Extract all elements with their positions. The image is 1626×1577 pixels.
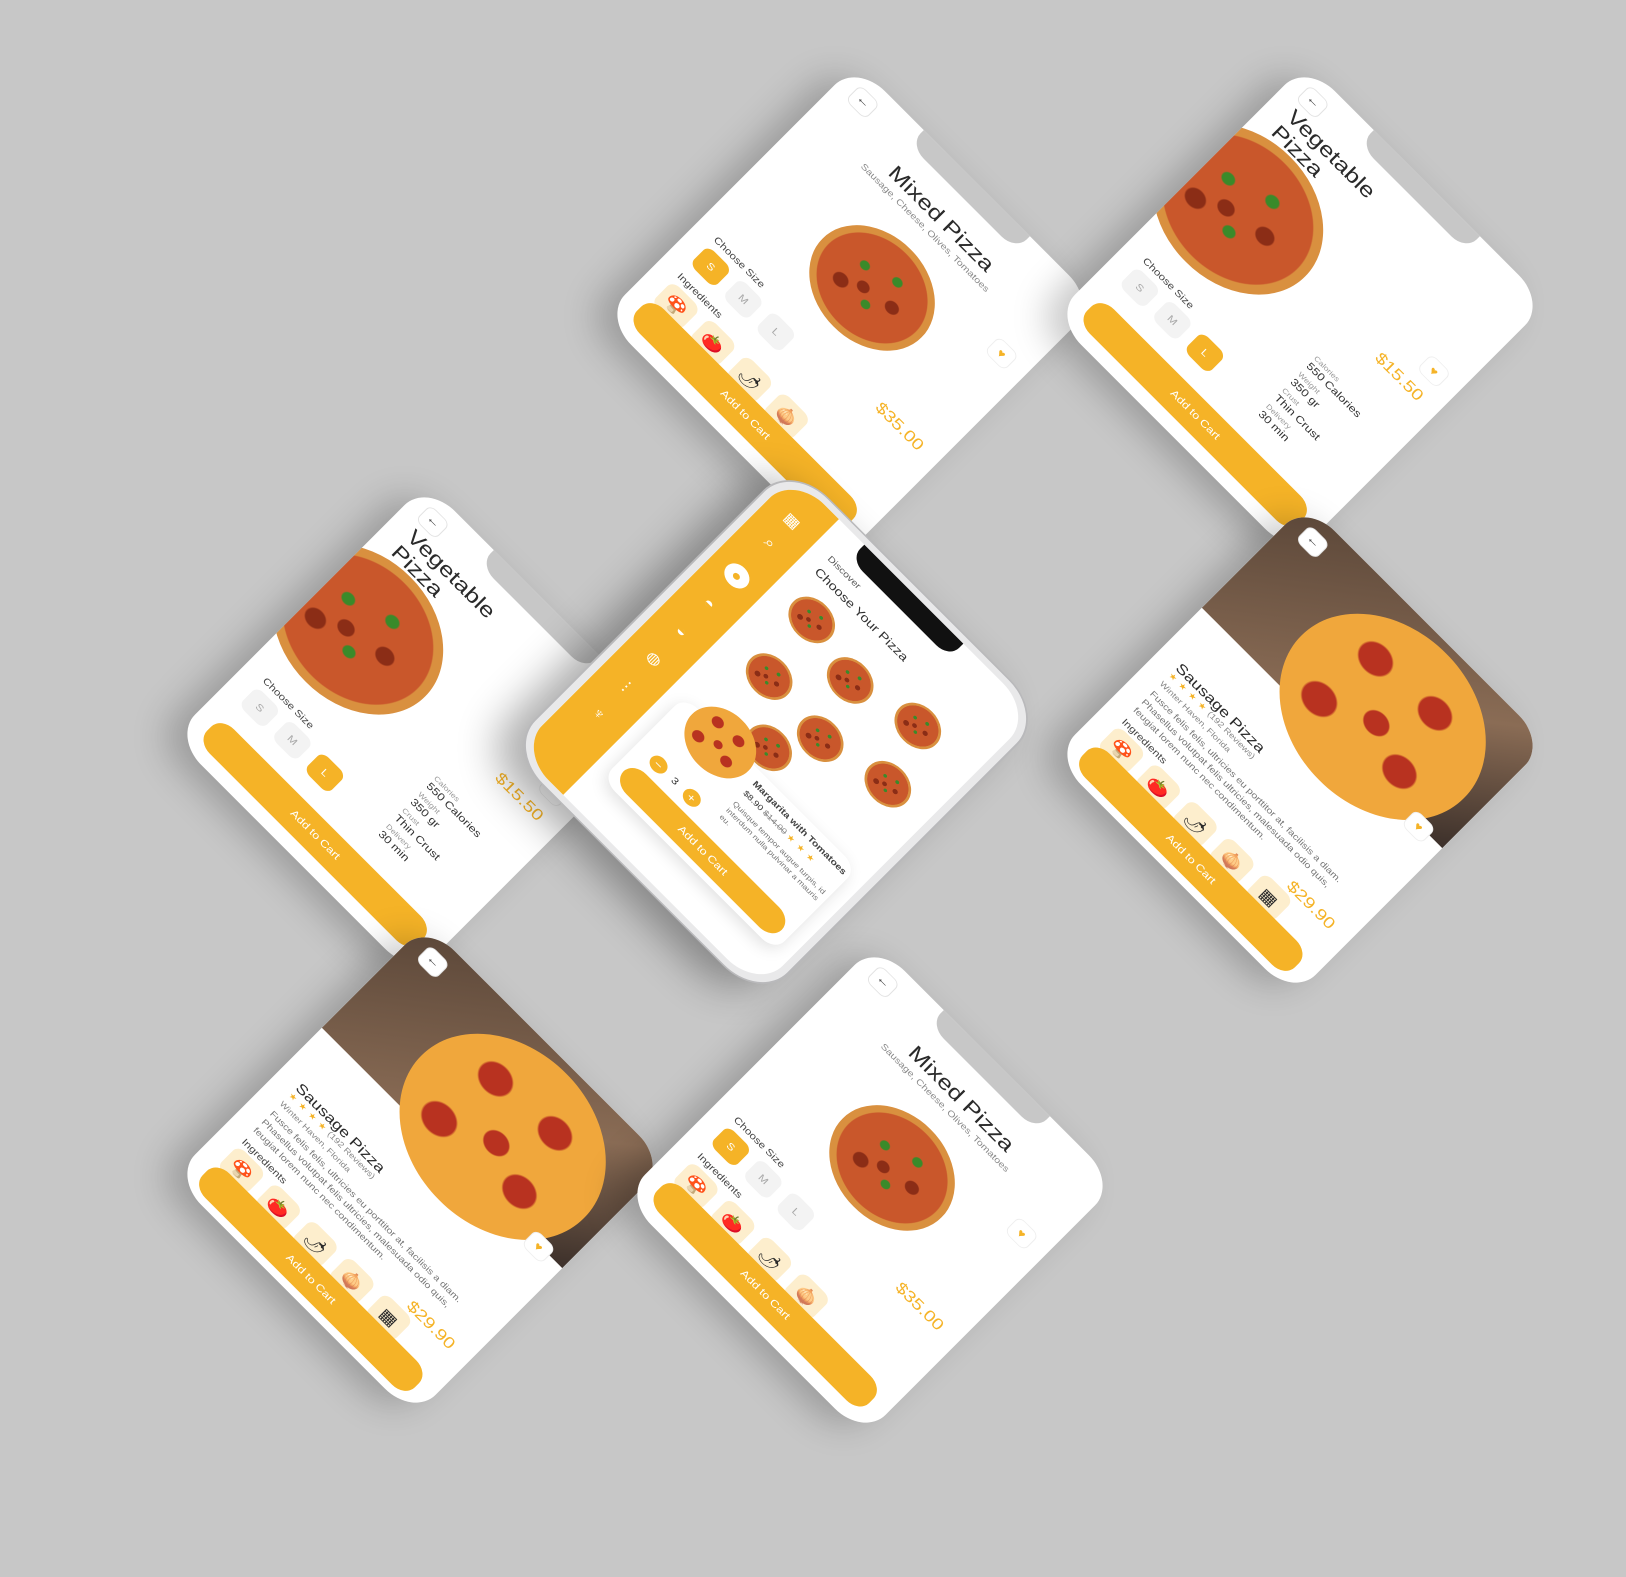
pizza-thumb[interactable] bbox=[855, 751, 921, 817]
pizza-thumb[interactable] bbox=[736, 643, 802, 710]
mixed-pizza-screen-top: ← ♥ Mixed Pizza Sausage, Cheese, Olives,… bbox=[602, 62, 1098, 558]
screen-card: ← ♥ Sausage Pizza ★ ★ ★ ★ (192 Reviews) … bbox=[1052, 502, 1548, 998]
phone-notch bbox=[850, 544, 964, 658]
hotdog-category-icon[interactable]: ◓ bbox=[692, 586, 727, 621]
star-icon: ★ bbox=[784, 832, 799, 847]
size-l[interactable]: L bbox=[774, 1190, 818, 1234]
price: $35.00 bbox=[891, 1278, 948, 1335]
screen-card: ← ♥ Mixed Pizza Sausage, Cheese, Olives,… bbox=[602, 62, 1098, 558]
drink-category-icon[interactable]: ♆ bbox=[581, 696, 616, 731]
pizza-thumb[interactable] bbox=[817, 647, 883, 714]
heart-icon[interactable]: ♥ bbox=[984, 335, 1020, 372]
size-l[interactable]: L bbox=[1183, 331, 1227, 375]
sausage-pizza-screen-left: ← ♥ Sausage Pizza ★ ★ ★ ★ (192 Reviews) … bbox=[172, 922, 668, 1418]
discover-phone: ▦ ⌕ ● ◓ ◒ ◍ ⋮ ♆ Discover Choose Your Piz… bbox=[505, 461, 1047, 1003]
nutrition-stats: Calories 550 Calories Weight 350 gr Crus… bbox=[376, 772, 511, 907]
quantity-value: 3 bbox=[668, 774, 682, 788]
screen-card: ← ♥ Mixed Pizza Sausage, Cheese, Olives,… bbox=[622, 942, 1118, 1438]
pizza-thumb[interactable] bbox=[885, 693, 951, 759]
decrement-button[interactable]: − bbox=[645, 751, 672, 778]
vegetable-pizza-screen-top: ← ♥ Vegetable Pizza $15.50 Calories 550 … bbox=[1052, 62, 1548, 558]
star-icon: ★ bbox=[794, 842, 808, 856]
mixed-pizza-screen-bottom: ← ♥ Mixed Pizza Sausage, Cheese, Olives,… bbox=[622, 942, 1118, 1438]
back-arrow-icon[interactable]: ← bbox=[865, 964, 901, 1000]
sausage-pizza-screen-right: ← ♥ Sausage Pizza ★ ★ ★ ★ (192 Reviews) … bbox=[1052, 502, 1548, 998]
pizza-thumb[interactable] bbox=[787, 705, 853, 772]
margarita-image bbox=[669, 692, 771, 793]
pizza-category-icon[interactable]: ● bbox=[719, 558, 755, 594]
increment-button[interactable]: + bbox=[678, 785, 705, 811]
star-icon: ★ bbox=[803, 851, 818, 866]
grid-icon[interactable]: ▦ bbox=[774, 503, 809, 538]
screen-card: ← ♥ Vegetable Pizza $15.50 Calories 550 … bbox=[1052, 62, 1548, 558]
screen-card: ← ♥ Sausage Pizza ★ ★ ★ ★ (192 Reviews) … bbox=[172, 922, 668, 1418]
heart-icon[interactable]: ♥ bbox=[1416, 353, 1452, 389]
phone-screen: ▦ ⌕ ● ◓ ◒ ◍ ⋮ ♆ Discover Choose Your Piz… bbox=[517, 473, 1035, 991]
nutrition-stats: Calories 550 Calories Weight 350 gr Crus… bbox=[1256, 352, 1391, 487]
search-icon[interactable]: ⌕ bbox=[752, 525, 787, 560]
bread-category-icon[interactable]: ◍ bbox=[637, 641, 672, 676]
size-l[interactable]: L bbox=[303, 751, 347, 795]
price: $35.00 bbox=[871, 398, 928, 455]
fries-category-icon[interactable]: ⋮ bbox=[609, 669, 644, 704]
price: $15.50 bbox=[1371, 349, 1427, 405]
add-to-cart-button[interactable]: Add to Cart bbox=[647, 1176, 884, 1413]
back-arrow-icon[interactable]: ← bbox=[845, 84, 881, 120]
burger-category-icon[interactable]: ◒ bbox=[664, 613, 699, 648]
heart-icon[interactable]: ♥ bbox=[1004, 1215, 1040, 1252]
size-l[interactable]: L bbox=[754, 310, 798, 354]
